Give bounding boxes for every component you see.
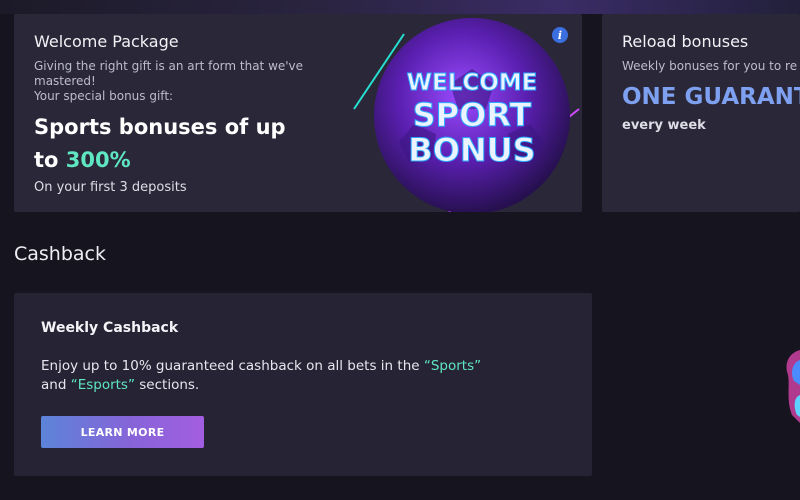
reload-bonuses-card[interactable]: Reload bonuses Weekly bonuses for you to… bbox=[602, 14, 800, 212]
cashback-sports-link: “Sports” bbox=[423, 358, 482, 374]
info-icon[interactable]: i bbox=[552, 27, 568, 43]
banner-word-2: SPORT bbox=[413, 96, 532, 134]
cashback-heading: Cashback bbox=[14, 243, 107, 265]
headline-prefix: to bbox=[34, 148, 66, 172]
welcome-card-footnote: On your first 3 deposits bbox=[34, 180, 187, 195]
welcome-card-subtitle-2: mastered! bbox=[34, 74, 96, 88]
cashback-text-part3: sections. bbox=[134, 377, 200, 393]
welcome-sport-bonus-banner: WELCOME SPORT BONUS bbox=[353, 18, 580, 212]
cashback-esports-link: “Esports” bbox=[70, 377, 135, 393]
learn-more-button[interactable]: LEARN MORE bbox=[41, 416, 204, 448]
welcome-card-headline-2: to 300% bbox=[34, 148, 131, 172]
banner-word-1: WELCOME bbox=[407, 70, 538, 96]
cashback-card-title: Weekly Cashback bbox=[41, 320, 179, 336]
reload-card-footnote: every week bbox=[622, 118, 706, 133]
cashback-card-description: Enjoy up to 10% guaranteed cashback on a… bbox=[41, 357, 511, 395]
banner-word-3: BONUS bbox=[408, 131, 535, 169]
weekly-cashback-card: Weekly Cashback Enjoy up to 10% guarante… bbox=[14, 293, 592, 476]
welcome-card-subtitle-3: Your special bonus gift: bbox=[34, 89, 174, 103]
welcome-card-subtitle-1: Giving the right gift is an art form tha… bbox=[34, 59, 304, 73]
top-banner-strip bbox=[0, 0, 800, 14]
welcome-card-title: Welcome Package bbox=[34, 32, 179, 51]
cashback-decorative-figure bbox=[786, 350, 800, 423]
reload-card-headline: ONE GUARANT bbox=[622, 84, 800, 110]
reload-card-subtitle: Weekly bonuses for you to re bbox=[622, 59, 798, 73]
reload-card-title: Reload bonuses bbox=[622, 32, 749, 51]
cashback-text-part1: Enjoy up to 10% guaranteed cashback on a… bbox=[41, 358, 424, 374]
welcome-card-headline-1: Sports bonuses of up bbox=[34, 115, 286, 139]
headline-percent: 300% bbox=[65, 148, 131, 172]
cashback-text-and: and bbox=[41, 377, 71, 393]
welcome-package-card[interactable]: Welcome Package Giving the right gift is… bbox=[14, 14, 582, 212]
